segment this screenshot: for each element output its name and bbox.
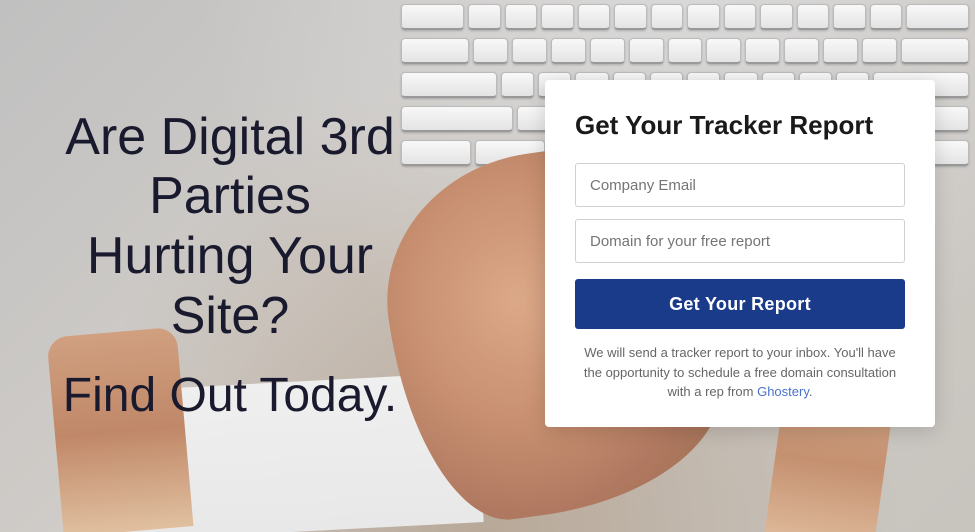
form-title: Get Your Tracker Report	[575, 110, 905, 141]
disclaimer-body: We will send a tracker report to your in…	[584, 345, 896, 399]
main-headline: Are Digital 3rd Parties Hurting Your Sit…	[60, 108, 400, 347]
domain-input[interactable]	[575, 219, 905, 263]
left-content: Are Digital 3rd Parties Hurting Your Sit…	[0, 0, 450, 532]
email-input[interactable]	[575, 163, 905, 207]
disclaimer-text: We will send a tracker report to your in…	[575, 343, 905, 402]
disclaimer-period: .	[809, 384, 813, 399]
form-card: Get Your Tracker Report Get Your Report …	[545, 80, 935, 427]
sub-headline: Find Out Today.	[60, 367, 400, 425]
submit-button[interactable]: Get Your Report	[575, 279, 905, 329]
ghostery-link[interactable]: Ghostery	[757, 384, 809, 399]
